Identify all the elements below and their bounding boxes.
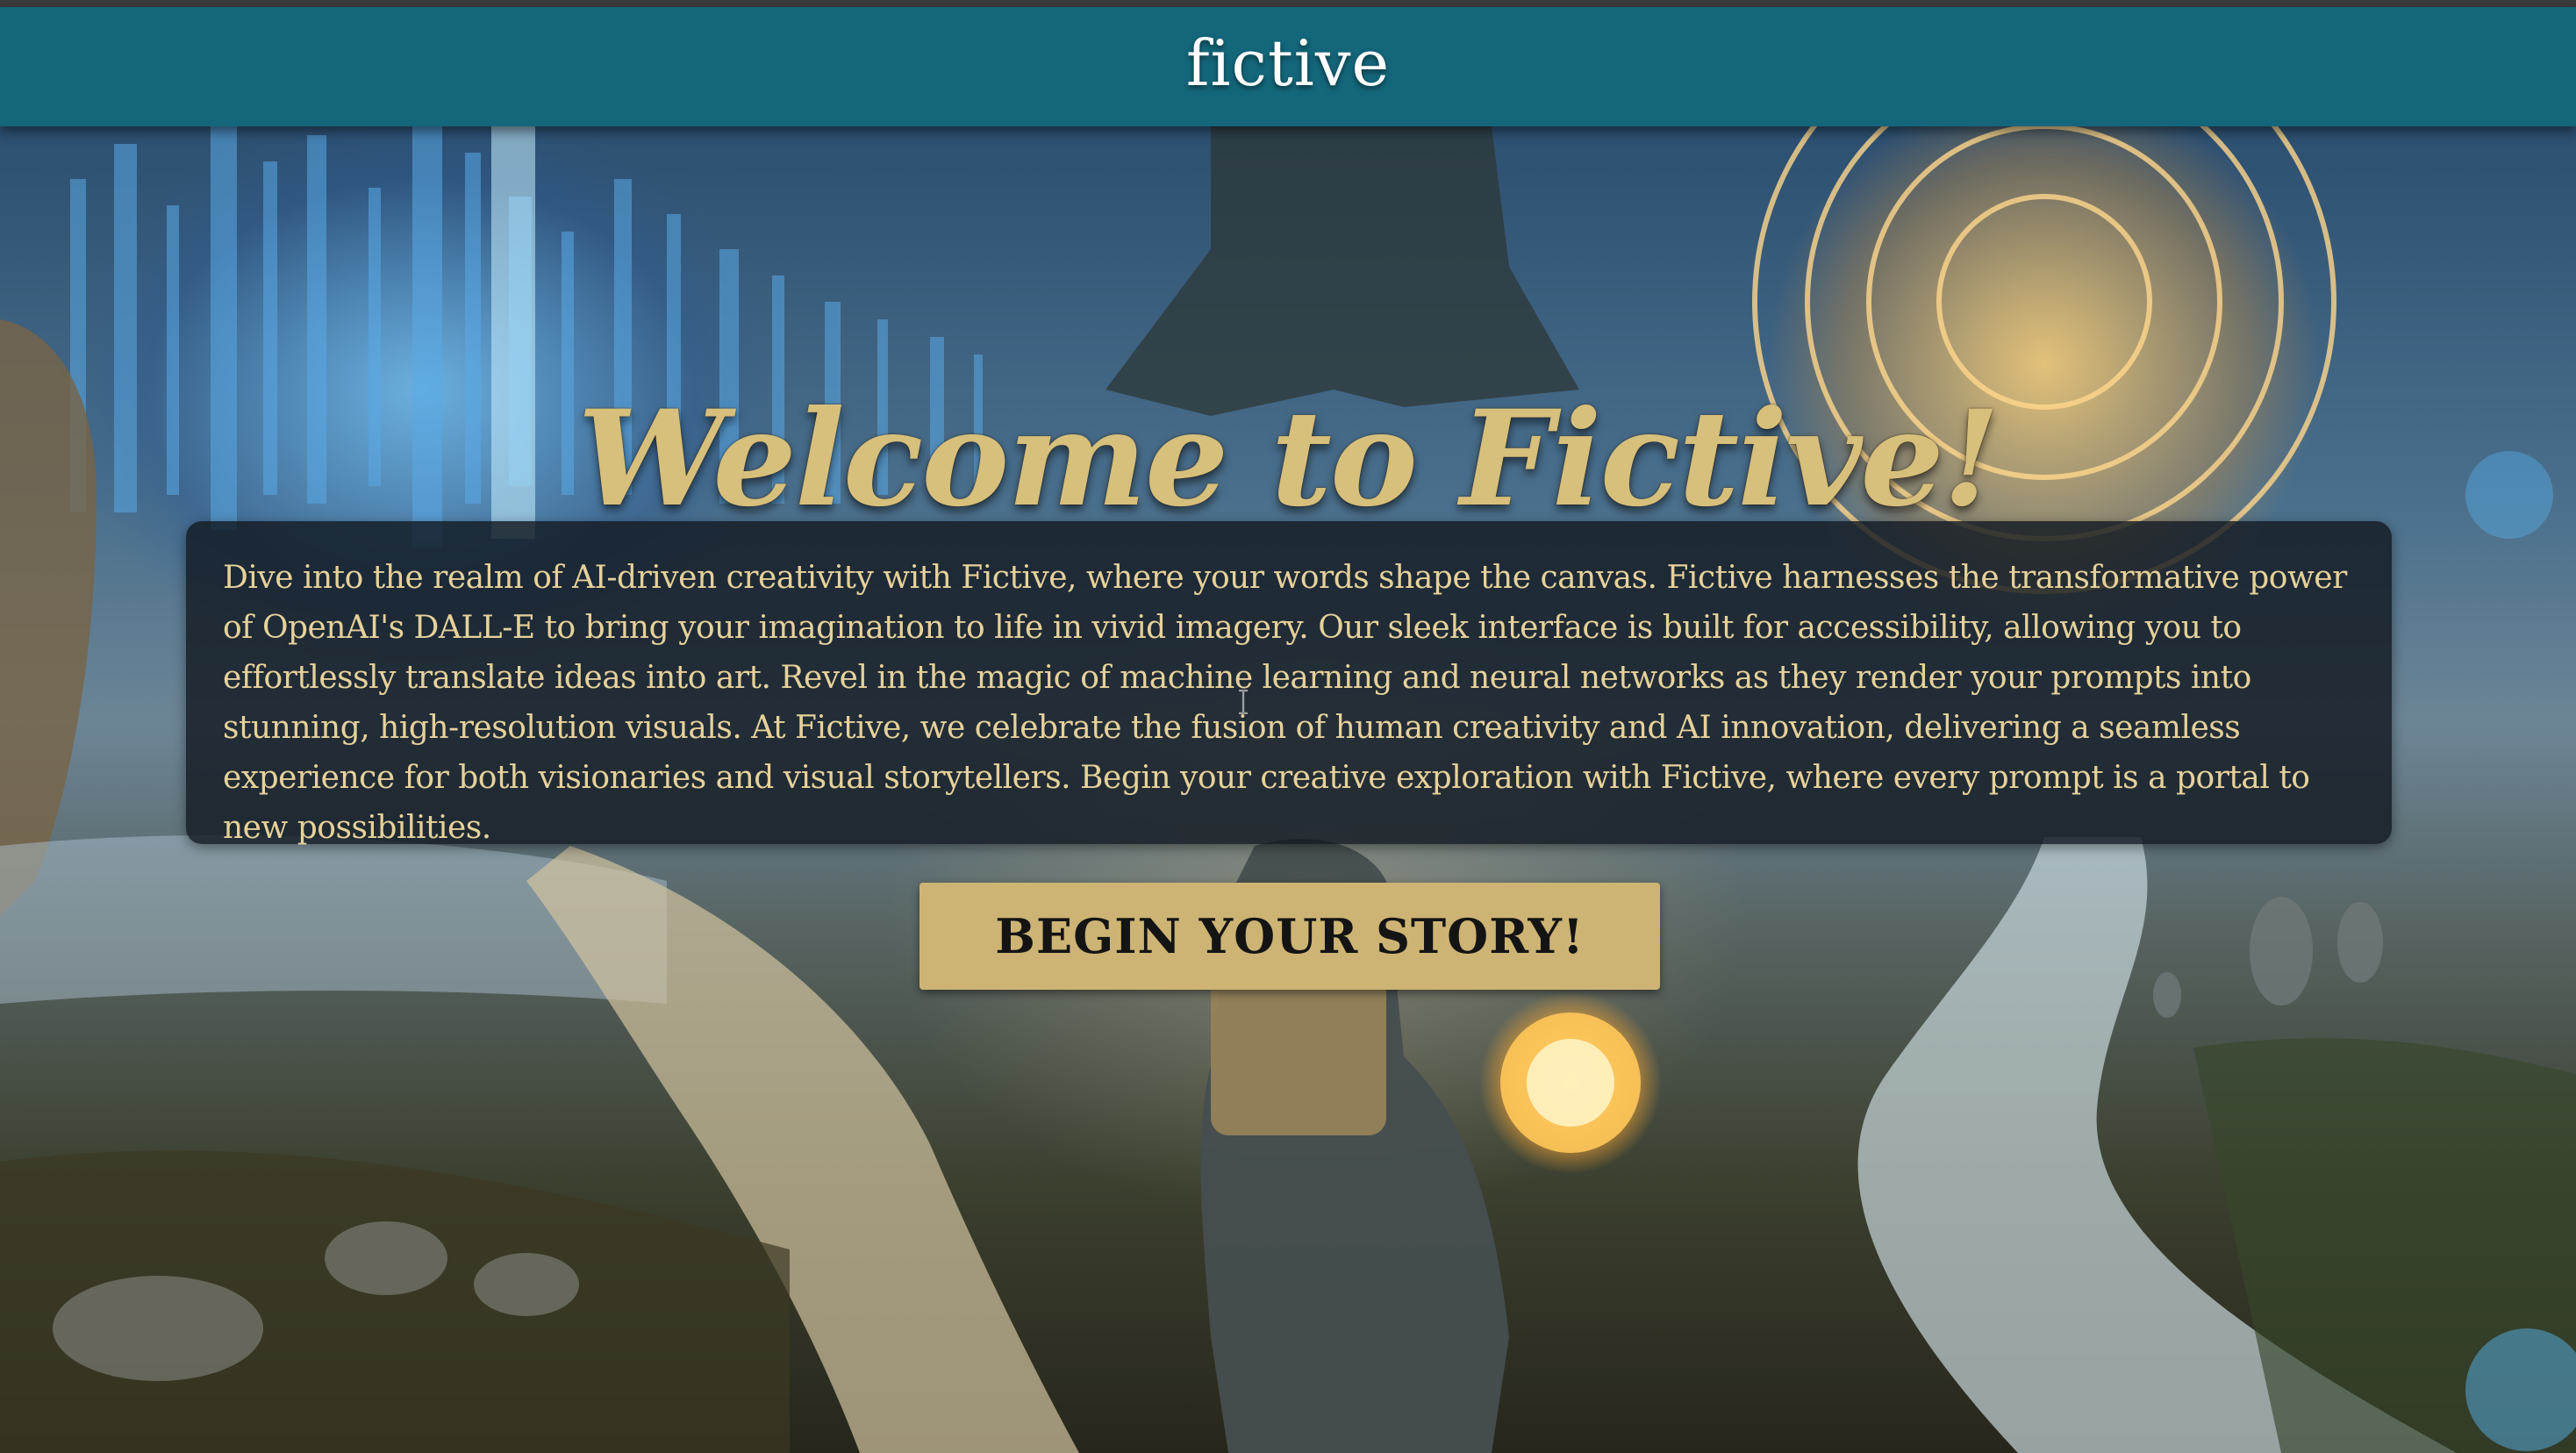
intro-panel: Dive into the realm of AI-driven creativ…: [186, 521, 2392, 846]
brand-logo[interactable]: fictive: [0, 26, 2576, 100]
page: fictive Welcome to Fictive! Dive into th…: [0, 0, 2576, 1453]
hero-section: Welcome to Fictive! Dive into the realm …: [0, 126, 2576, 1453]
navbar: fictive: [0, 7, 2576, 126]
text-cursor-icon: [1239, 690, 1248, 714]
hero-title: Welcome to Fictive!: [577, 381, 2000, 536]
window-top-strip: [0, 0, 2576, 7]
intro-paragraph: Dive into the realm of AI-driven creativ…: [223, 560, 2347, 846]
hero-content: Welcome to Fictive! Dive into the realm …: [0, 126, 2576, 1453]
begin-story-button[interactable]: Begin Your Story!: [919, 883, 1660, 990]
